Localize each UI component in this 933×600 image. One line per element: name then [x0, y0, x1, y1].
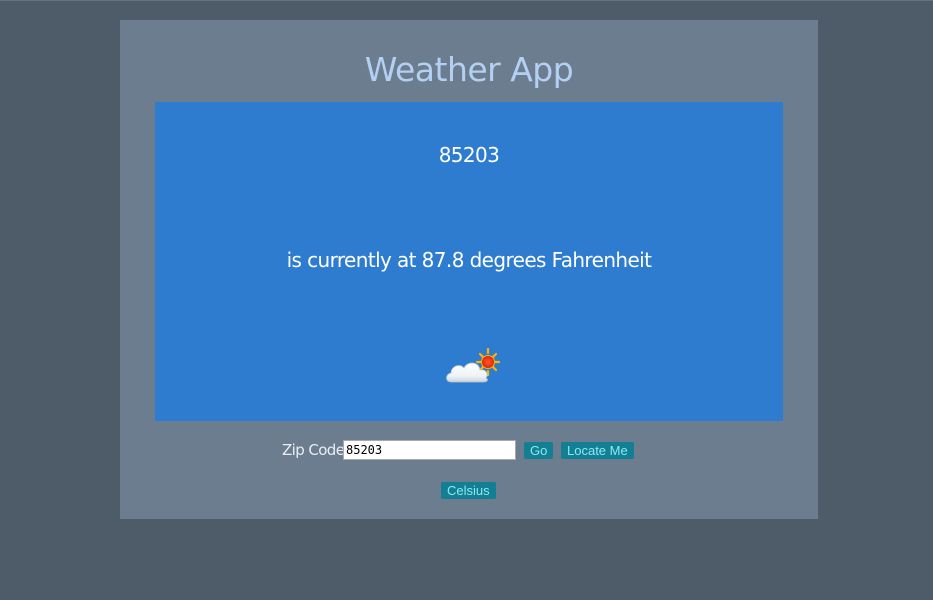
partly-cloudy-sun-icon: [446, 347, 501, 383]
temperature-text: is currently at 87.8 degrees Fahrenheit: [286, 248, 652, 272]
zip-form: Zip Code Go Locate Me: [120, 439, 818, 463]
weather-panel: 85203 is currently at 87.8 degrees Fahre…: [155, 102, 783, 421]
weather-app-container: Weather App 85203 is currently at 87.8 d…: [120, 20, 818, 519]
locate-me-button[interactable]: Locate Me: [561, 442, 634, 459]
zip-code-label: Zip Code: [282, 441, 345, 459]
app-title: Weather App: [364, 50, 574, 89]
zip-code-input[interactable]: [343, 440, 516, 460]
location-zip: 85203: [438, 143, 500, 167]
go-button[interactable]: Go: [524, 442, 554, 459]
celsius-toggle-button[interactable]: Celsius: [441, 482, 496, 499]
top-divider: [0, 0, 933, 1]
